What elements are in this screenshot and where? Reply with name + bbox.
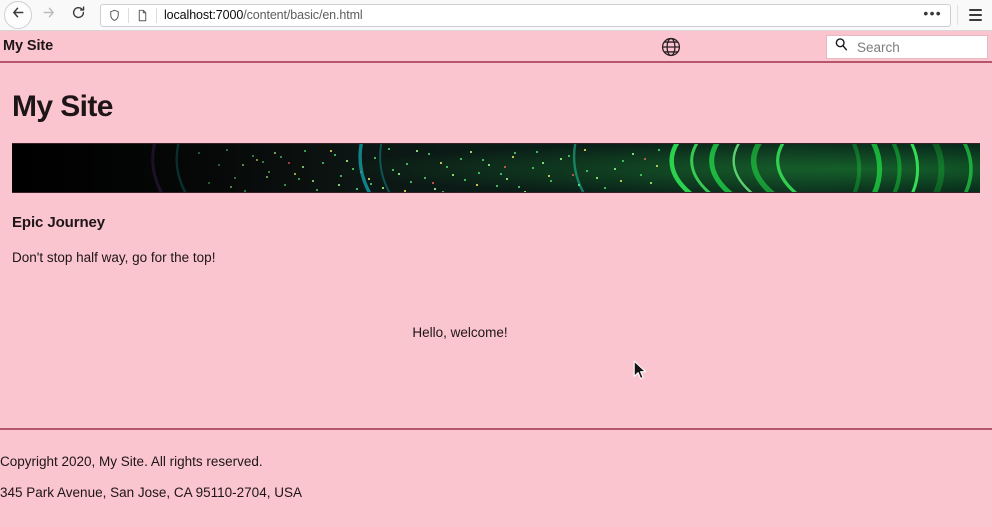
footer-address: 345 Park Avenue, San Jose, CA 95110-2704… bbox=[0, 485, 302, 500]
hamburger-menu-icon[interactable] bbox=[958, 1, 992, 29]
search-placeholder: Search bbox=[857, 39, 900, 55]
search-input[interactable]: Search bbox=[826, 35, 988, 59]
forward-arrow-icon bbox=[41, 5, 56, 25]
hamburger-bar-1 bbox=[968, 9, 982, 11]
navigation-buttons bbox=[0, 1, 92, 29]
back-button[interactable] bbox=[4, 1, 32, 29]
page-actions-button[interactable]: ••• bbox=[917, 6, 944, 22]
url-path: /content/basic/en.html bbox=[243, 8, 363, 22]
urlbar-divider bbox=[128, 7, 129, 23]
welcome-text: Hello, welcome! bbox=[412, 325, 508, 340]
banner-artwork bbox=[12, 144, 980, 192]
address-bar[interactable]: localhost:7000/content/basic/en.html ••• bbox=[100, 3, 951, 27]
hamburger-bar-2 bbox=[968, 14, 982, 16]
forward-button[interactable] bbox=[34, 1, 62, 29]
site-brand[interactable]: My Site bbox=[0, 38, 53, 54]
shield-icon[interactable] bbox=[108, 9, 121, 22]
section-subtitle: Don't stop half way, go for the top! bbox=[12, 250, 216, 265]
page-document-icon[interactable] bbox=[136, 9, 149, 22]
back-arrow-icon bbox=[11, 5, 26, 25]
url-host: localhost:7000 bbox=[164, 8, 244, 22]
hero-banner-image bbox=[12, 143, 980, 193]
globe-icon[interactable] bbox=[660, 36, 682, 63]
footer-copyright: Copyright 2020, My Site. All rights rese… bbox=[0, 454, 263, 469]
page-content: My Site Epic Journey Don't stop half way… bbox=[0, 65, 992, 527]
footer-divider bbox=[0, 428, 992, 430]
urlbar-divider-2 bbox=[156, 7, 157, 23]
reload-button[interactable] bbox=[64, 1, 92, 29]
browser-toolbar: localhost:7000/content/basic/en.html ••• bbox=[0, 0, 992, 31]
reload-icon bbox=[71, 5, 86, 25]
hamburger-bar-3 bbox=[968, 19, 982, 21]
url-text[interactable]: localhost:7000/content/basic/en.html bbox=[164, 8, 917, 22]
search-magnifier-icon bbox=[834, 37, 849, 57]
page-title: My Site bbox=[12, 90, 113, 123]
section-title: Epic Journey bbox=[12, 214, 105, 231]
site-header: My Site Search bbox=[0, 31, 992, 63]
